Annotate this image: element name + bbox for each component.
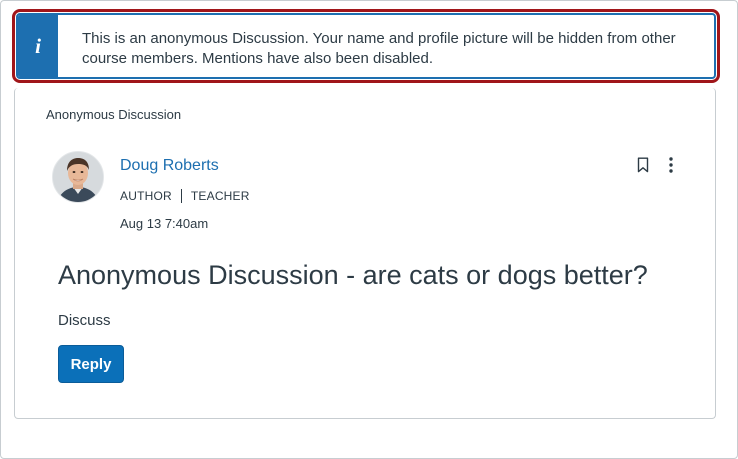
role-divider <box>180 189 182 203</box>
role-teacher: TEACHER <box>190 189 250 203</box>
reply-button[interactable]: Reply <box>58 345 124 383</box>
anonymous-discussion-alert: i This is an anonymous Discussion. Your … <box>16 13 716 79</box>
post-timestamp: Aug 13 7:40am <box>120 216 209 231</box>
discussion-body: Discuss <box>58 312 111 329</box>
bookmark-button[interactable] <box>633 154 653 176</box>
discussion-type-label: Anonymous Discussion <box>46 107 182 122</box>
user-avatar-image <box>53 152 103 202</box>
more-options-icon <box>669 157 673 173</box>
author-avatar[interactable] <box>52 151 104 203</box>
discussion-title: Anonymous Discussion - are cats or dogs … <box>58 260 648 290</box>
alert-icon-box: i <box>18 15 58 77</box>
alert-message: This is an anonymous Discussion. Your na… <box>82 30 676 67</box>
more-options-button[interactable] <box>661 154 681 176</box>
info-icon: i <box>35 33 41 58</box>
discussion-topic-card: Anonymous Discussion Doug Roberts AUTHOR… <box>14 88 716 419</box>
role-author: AUTHOR <box>120 189 172 203</box>
author-roles: AUTHOR TEACHER <box>120 189 250 203</box>
bookmark-icon <box>637 157 649 173</box>
author-name-link[interactable]: Doug Roberts <box>120 157 219 175</box>
